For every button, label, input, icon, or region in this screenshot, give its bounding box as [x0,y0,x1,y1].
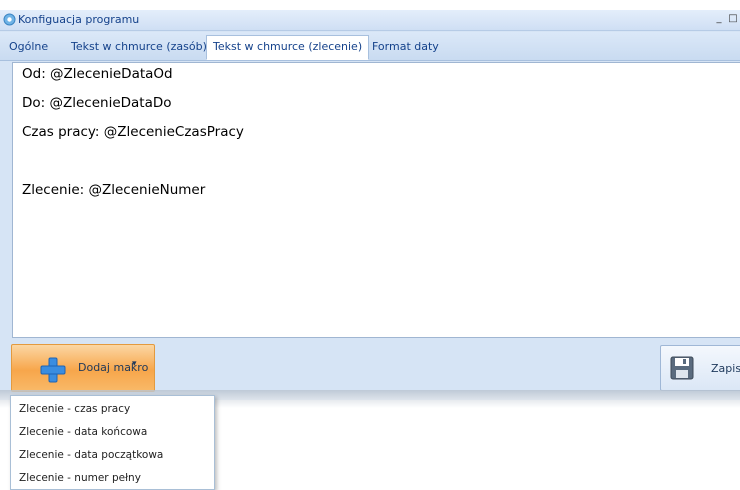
editor-line: Zlecenie: @ZlecenieNumer [22,182,206,198]
window-title: Konfiguacja programu [18,13,140,26]
tooltip-template-editor[interactable]: Od: @ZlecenieDataOd Do: @ZlecenieDataDo … [12,62,740,338]
floppy-disk-icon [670,356,694,380]
tab-date-format[interactable]: Format daty [366,36,445,58]
tab-tooltip-order[interactable]: Tekst w chmurce (zlecenie) [206,35,370,60]
save-label: Zapis [711,362,740,375]
tab-tooltip-resource[interactable]: Tekst w chmurce (zasób) [65,36,213,58]
macro-dropdown-menu: Zlecenie - czas pracy Zlecenie - data ko… [10,395,215,490]
maximize-button[interactable]: □ [726,11,740,27]
menu-item-order-start-date[interactable]: Zlecenie - data początkowa [19,449,163,461]
menu-item-order-work-time[interactable]: Zlecenie - czas pracy [19,403,130,415]
editor-line: Czas pracy: @ZlecenieCzasPracy [22,124,244,140]
save-button[interactable]: Zapis [660,345,740,391]
minimize-button[interactable]: _ [712,11,726,27]
add-macro-label: Dodaj makro [78,361,149,374]
menu-item-order-end-date[interactable]: Zlecenie - data końcowa [19,426,147,438]
gear-icon [3,13,16,26]
plus-icon [40,357,66,383]
editor-line: Od: @ZlecenieDataOd [22,66,173,82]
tab-general[interactable]: Ogólne [3,36,54,58]
add-macro-button[interactable]: Dodaj makro ▾ [11,344,155,392]
menu-item-order-full-number[interactable]: Zlecenie - numer pełny [19,472,141,484]
title-bar[interactable]: Konfiguacja programu _ □ [0,10,740,31]
tab-strip: Ogólne Tekst w chmurce (zasób) Tekst w c… [0,32,740,61]
chevron-down-icon: ▾ [132,359,137,369]
editor-line: Do: @ZlecenieDataDo [22,95,172,111]
config-window: Konfiguacja programu _ □ Ogólne Tekst w … [0,10,740,400]
